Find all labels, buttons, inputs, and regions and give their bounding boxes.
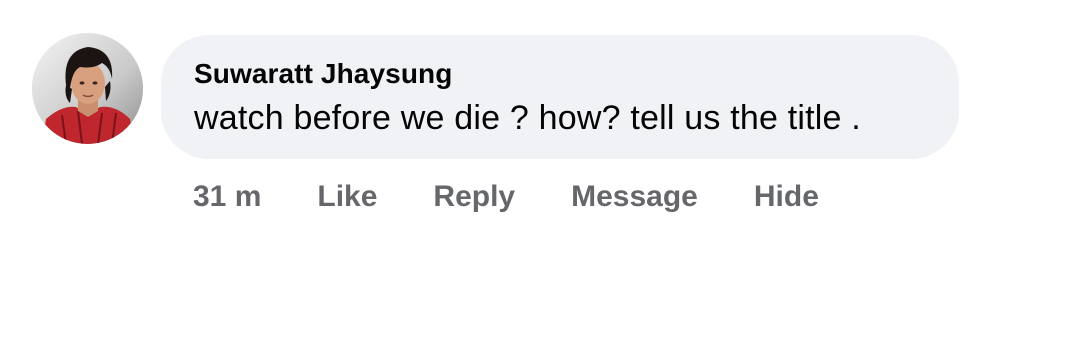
hide-button[interactable]: Hide bbox=[754, 180, 819, 214]
avatar[interactable] bbox=[32, 33, 143, 144]
reply-button[interactable]: Reply bbox=[433, 180, 515, 214]
like-button[interactable]: Like bbox=[317, 180, 377, 214]
comment-text: watch before we die ? how? tell us the t… bbox=[194, 99, 861, 137]
avatar-photo bbox=[32, 33, 143, 144]
comment-timestamp[interactable]: 31 m bbox=[193, 180, 261, 214]
comment-bubble: Suwaratt Jhaysung watch before we die ? … bbox=[161, 35, 959, 159]
comment-author[interactable]: Suwaratt Jhaysung bbox=[194, 56, 925, 92]
comment: Suwaratt Jhaysung watch before we die ? … bbox=[32, 33, 1032, 233]
message-button[interactable]: Message bbox=[571, 180, 698, 214]
comment-actions: 31 m Like Reply Message Hide bbox=[193, 177, 819, 217]
